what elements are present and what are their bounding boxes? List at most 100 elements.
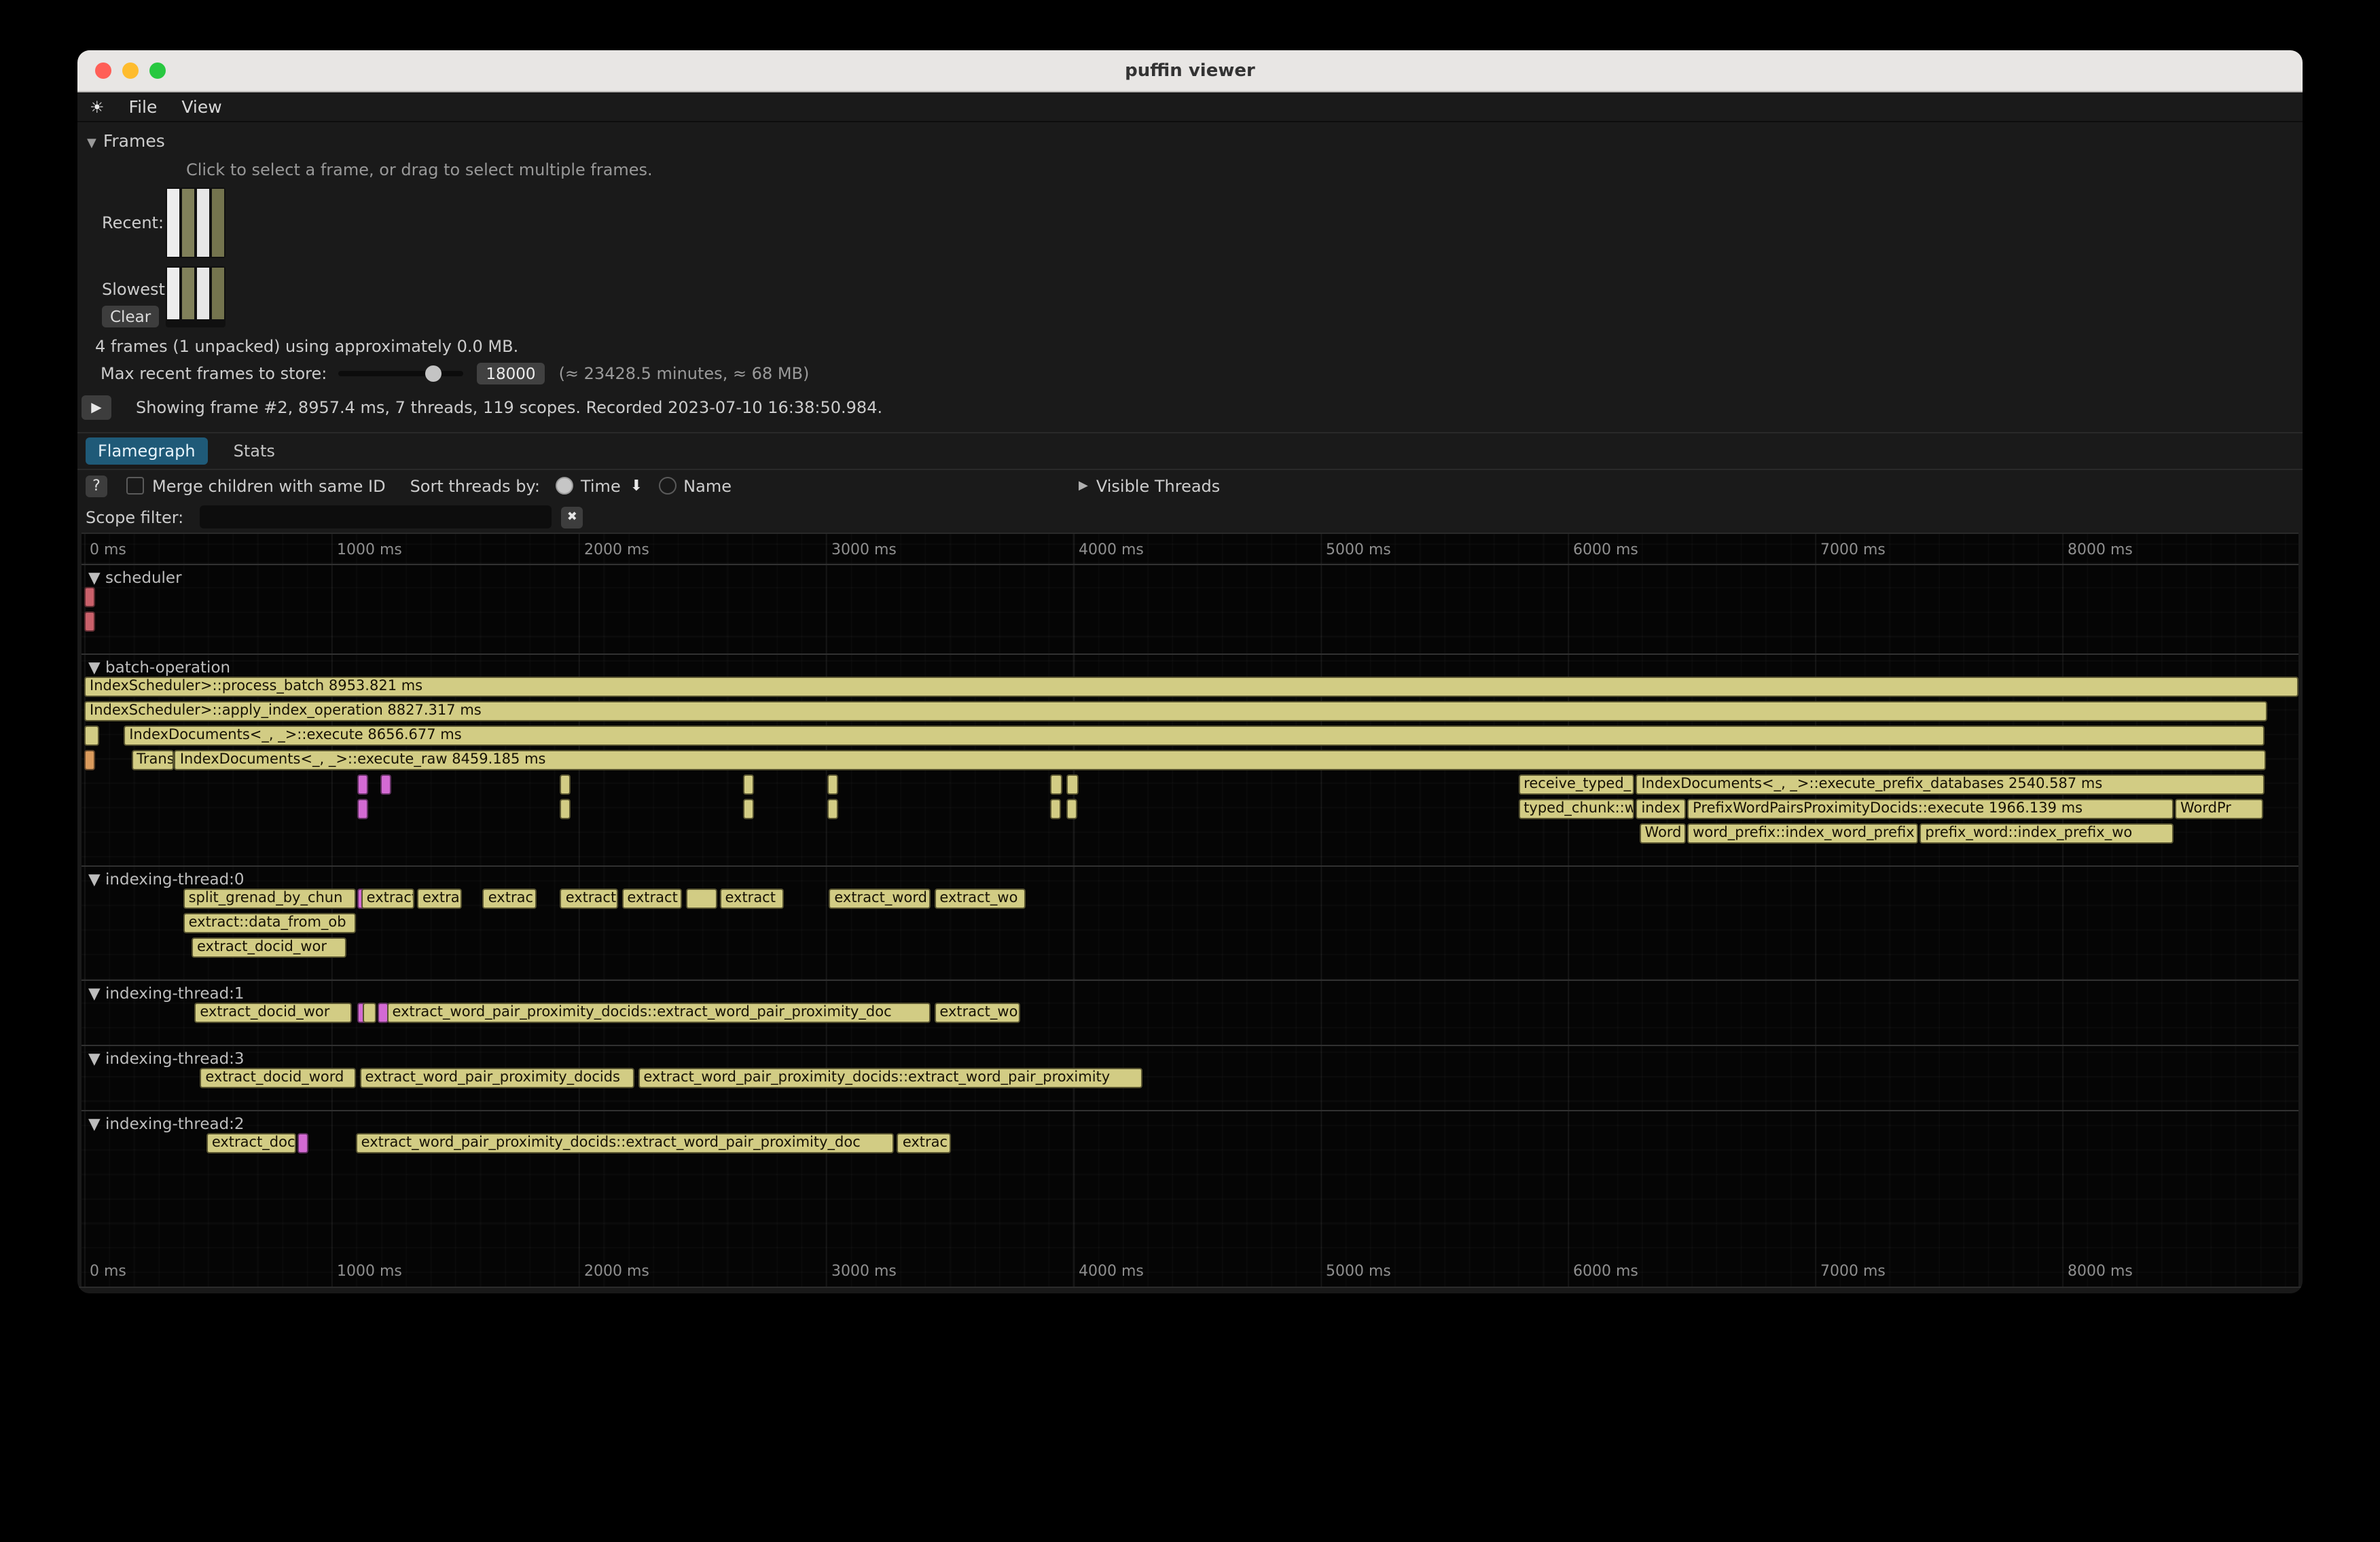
flame-span[interactable]: prefix_word::index_prefix_wo: [1919, 823, 2173, 844]
flame-span[interactable]: Word: [1640, 823, 1686, 844]
frame-thumbnail[interactable]: [197, 268, 209, 319]
flame-span[interactable]: IndexScheduler>::apply_index_operation 8…: [84, 701, 2267, 721]
flame-span[interactable]: extract_word_pair_proximity_docids::extr…: [638, 1068, 1142, 1088]
sort-time-option[interactable]: Time ⬇: [556, 476, 643, 495]
radio-selected-icon[interactable]: [556, 477, 574, 495]
frame-thumbnail[interactable]: [182, 189, 194, 257]
merge-children-checkbox[interactable]: [126, 477, 144, 495]
flame-span[interactable]: extract_word_pair_proximity_docids::extr…: [387, 1003, 931, 1023]
flame-span[interactable]: extract_docid_word: [200, 1068, 355, 1088]
flame-span[interactable]: [560, 799, 571, 819]
flame-span[interactable]: WordPr: [2175, 799, 2263, 819]
tab-stats[interactable]: Stats: [221, 437, 287, 465]
frame-thumbnail[interactable]: [167, 189, 179, 257]
traffic-lights: [95, 62, 166, 79]
flame-span[interactable]: IndexDocuments<_, _>::execute_prefix_dat…: [1636, 774, 2264, 795]
flame-span[interactable]: extract_word: [829, 889, 931, 909]
clear-button[interactable]: Clear: [102, 306, 159, 327]
flame-span[interactable]: extract_word_pair_proximity_docids: [359, 1068, 634, 1088]
flame-span[interactable]: [84, 611, 95, 632]
flame-span[interactable]: extract: [719, 889, 784, 909]
flame-span[interactable]: [357, 774, 368, 795]
flame-span[interactable]: [1049, 774, 1062, 795]
thread-header[interactable]: ▼ indexing-thread:2: [82, 1110, 2298, 1133]
flame-span[interactable]: extrac: [483, 889, 537, 909]
scope-filter-input[interactable]: [200, 505, 552, 528]
slowest-frame-thumbnails[interactable]: [166, 266, 226, 327]
flame-span[interactable]: [685, 889, 717, 909]
thread-header[interactable]: ▼ batch-operation: [82, 653, 2298, 677]
frames-header[interactable]: ▼Frames: [77, 130, 2303, 151]
frame-thumbnail[interactable]: [167, 268, 179, 319]
flame-span[interactable]: index: [1636, 799, 1686, 819]
thread-header[interactable]: ▼ indexing-thread:1: [82, 980, 2298, 1003]
titlebar[interactable]: puffin viewer: [77, 50, 2303, 92]
thread-header[interactable]: ▼ indexing-thread:0: [82, 865, 2298, 889]
status-bar: Connected to 127.0.0.1:8585: [77, 1287, 2303, 1293]
flame-span[interactable]: [298, 1133, 308, 1153]
flame-span[interactable]: extract_wo: [934, 1003, 1020, 1023]
flame-span[interactable]: [357, 799, 368, 819]
flame-span[interactable]: [1049, 799, 1060, 819]
frame-thumbnail[interactable]: [212, 189, 224, 257]
max-frames-value[interactable]: 18000: [476, 363, 545, 384]
frame-thumbnail[interactable]: [182, 268, 194, 319]
radio-unselected-icon[interactable]: [659, 477, 677, 495]
max-frames-slider[interactable]: [338, 364, 463, 383]
flame-span[interactable]: [380, 774, 391, 795]
flame-span[interactable]: [84, 750, 95, 770]
flame-span[interactable]: Trans: [131, 750, 173, 770]
close-window-button[interactable]: [95, 62, 111, 79]
flamegraph-canvas[interactable]: 0 ms0 ms1000 ms1000 ms2000 ms2000 ms3000…: [82, 533, 2298, 1287]
flame-span[interactable]: extract: [560, 889, 619, 909]
flame-span[interactable]: [560, 774, 571, 795]
help-button[interactable]: ?: [86, 475, 107, 497]
menu-item-file[interactable]: File: [129, 96, 158, 117]
flame-span[interactable]: PrefixWordPairsProximityDocids::execute …: [1687, 799, 2174, 819]
flame-span[interactable]: extract_word_pair_proximity_docids::extr…: [356, 1133, 895, 1153]
flame-span[interactable]: receive_typed_: [1518, 774, 1634, 795]
visible-threads-header[interactable]: ▶ Visible Threads: [1079, 476, 1220, 495]
flame-span[interactable]: [1066, 799, 1077, 819]
minimize-window-button[interactable]: [122, 62, 139, 79]
clear-filter-button[interactable]: ✖: [561, 506, 583, 528]
flame-span[interactable]: IndexScheduler>::process_batch 8953.821 …: [84, 677, 2298, 697]
zoom-window-button[interactable]: [149, 62, 166, 79]
flame-span[interactable]: extract_docid_wor: [192, 937, 347, 958]
play-button[interactable]: ▶: [82, 395, 111, 420]
flame-span[interactable]: [828, 799, 839, 819]
frame-thumbnail[interactable]: [197, 189, 209, 257]
flame-span[interactable]: extract: [361, 889, 415, 909]
flame-span[interactable]: typed_chunk::w: [1518, 799, 1634, 819]
flame-span[interactable]: IndexDocuments<_, _>::execute 8656.677 m…: [124, 725, 2264, 746]
tab-flamegraph[interactable]: Flamegraph: [86, 437, 208, 465]
flame-span[interactable]: extra: [417, 889, 463, 909]
slowest-label: Slowest:: [102, 280, 170, 299]
menu-item-view[interactable]: View: [181, 96, 221, 117]
flame-span[interactable]: IndexDocuments<_, _>::execute_raw 8459.1…: [175, 750, 2266, 770]
flame-span[interactable]: extrac: [897, 1133, 951, 1153]
flame-span[interactable]: [84, 725, 99, 746]
slider-knob[interactable]: [425, 365, 441, 382]
thread-header[interactable]: ▼ indexing-thread:3: [82, 1045, 2298, 1068]
flame-span[interactable]: [828, 774, 839, 795]
flame-span[interactable]: [743, 799, 754, 819]
flame-span[interactable]: extract_doc: [206, 1133, 296, 1153]
flame-span[interactable]: extract_docid_wor: [194, 1003, 351, 1023]
thread-header[interactable]: ▼ scheduler: [82, 564, 2298, 587]
recent-frame-thumbnails[interactable]: [166, 187, 226, 258]
flame-span[interactable]: split_grenad_by_chun: [183, 889, 356, 909]
sort-direction-icon[interactable]: ⬇: [630, 477, 643, 495]
flame-span[interactable]: [363, 1003, 376, 1023]
flame-span[interactable]: extract: [621, 889, 683, 909]
frame-thumbnail[interactable]: [212, 268, 224, 319]
flame-span[interactable]: [1066, 774, 1078, 795]
max-frames-row: Max recent frames to store: 18000 (≈ 234…: [101, 363, 2303, 384]
sort-name-option[interactable]: Name: [659, 476, 732, 495]
flame-span[interactable]: [84, 587, 95, 607]
flame-span[interactable]: extract::data_from_ob: [183, 913, 356, 933]
theme-toggle-icon[interactable]: ☀: [90, 97, 105, 116]
flame-span[interactable]: word_prefix::index_word_prefix: [1687, 823, 1918, 844]
flame-span[interactable]: extract_wo: [934, 889, 1026, 909]
flame-span[interactable]: [743, 774, 754, 795]
